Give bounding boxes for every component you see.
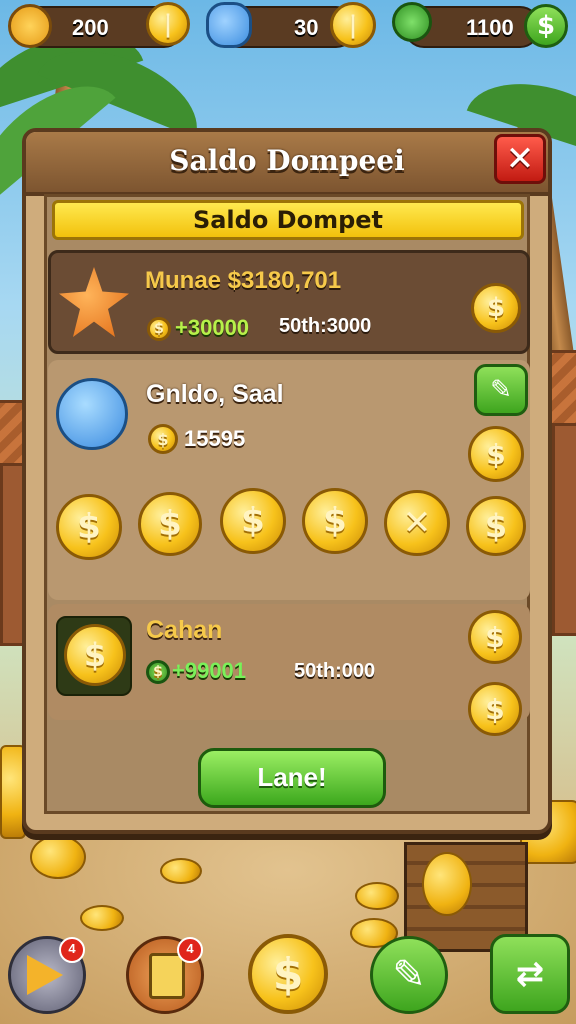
row-amount-suffix: 1 [233,658,247,683]
green-coin-icon: $ [146,660,170,684]
row-secondary: 50th:3000 [279,315,372,337]
close-button[interactable]: ✕ [494,134,546,184]
coin-stack-icon[interactable]: $ [466,496,526,556]
blue-star-icon [206,2,252,48]
panel-title: Saldo Dompeei [169,144,405,177]
row-amount-value: 30000 [187,315,250,340]
row-secondary: 50th:000 [294,660,376,682]
coin-icon: $ [147,317,171,341]
badge-resource-value: 200 [72,15,109,40]
badge-icon[interactable] [8,4,52,48]
coin-icon: $ [148,424,178,454]
lane-button[interactable]: Lane! [198,748,386,808]
dollar-coin-icon[interactable]: $ [468,682,522,736]
row-amount-value: +9900 [172,658,234,683]
nav-edit-button[interactable]: ✎ [370,936,448,1014]
coin-stack-icon[interactable]: ✕ [384,490,450,556]
row-title: Gnldo, Saal [146,380,284,408]
edit-pencil-button[interactable]: ✎ [474,364,528,416]
row-amount: +99001 [172,658,246,684]
notification-badge: 4 [177,937,203,963]
green-gem-icon [392,2,432,42]
nav-coin-button[interactable]: $ [248,934,328,1014]
dollar-coin-icon[interactable]: $ [468,610,522,664]
coin-stack-icon[interactable]: $ [138,492,202,556]
row-title: Munae $3180,701 [145,267,342,294]
coin-stack-icon[interactable]: $ [302,488,368,554]
wallet-row[interactable]: Gnldo, Saal $ 15595 ✎ $ $ $ $ $ ✕ $ [48,360,530,600]
gem-resource-value: 30 [294,15,319,40]
energy-resource-value: 1100 [466,15,514,40]
dollar-coin-icon[interactable]: $ [468,426,524,482]
dollar-icon[interactable]: $ [524,4,568,48]
orange-star-avatar [59,267,129,337]
play-icon [27,955,63,995]
coin-avatar-frame: $ [56,616,132,696]
coin-icon[interactable]: | [146,2,190,46]
blue-creature-avatar [56,378,128,450]
dollar-coin-icon: $ [64,624,126,686]
row-title: Cahan [146,616,223,644]
row-amount: 15595 [184,426,246,451]
dollar-coin-icon[interactable]: $ [471,283,521,333]
notification-badge: 4 [59,937,85,963]
card-icon [149,953,185,999]
wallet-row[interactable]: Munae $3180,701 $ +30000 50th:3000 $ [48,250,530,354]
nav-play-button[interactable]: 4 [8,936,86,1014]
nav-cards-button[interactable]: 4 [126,936,204,1014]
coin-stack-icon[interactable]: $ [56,494,122,560]
top-resource-bar: 200 | 30 | 1100 $ [0,0,576,52]
panel-header: Saldo Dompeei [26,132,548,196]
row-amount: +30000 [175,315,250,340]
wallet-panel: Saldo Dompeei ✕ Saldo Dompet Munae $3180… [22,128,552,834]
wallet-row[interactable]: $ Cahan $ +99001 50th:000 $ $ [48,604,530,736]
nav-exchange-button[interactable]: ⇄ [490,934,570,1014]
coin-icon[interactable]: | [330,2,376,48]
wallet-banner: Saldo Dompet [52,200,524,240]
coin-stack-icon[interactable]: $ [220,488,286,554]
